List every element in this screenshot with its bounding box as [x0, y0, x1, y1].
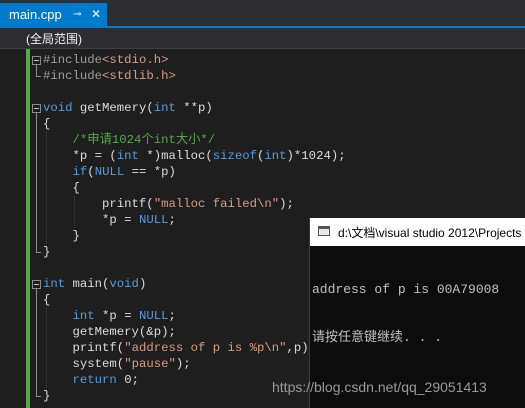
code-token: return: [72, 373, 117, 387]
code-token: sizeof: [212, 149, 258, 163]
collapse-toggle-icon[interactable]: [32, 104, 41, 113]
console-title-bar[interactable]: d:\文档\visual studio 2012\Projects: [310, 218, 525, 246]
code-token: {: [43, 181, 80, 195]
code-token: if: [72, 165, 88, 179]
code-token: );: [279, 197, 294, 211]
code-line[interactable]: system("pause");: [43, 356, 191, 372]
collapse-toggle-icon[interactable]: [32, 56, 41, 65]
code-line[interactable]: #include<stdio.h>: [43, 52, 168, 68]
code-token: void: [43, 101, 73, 115]
scope-label: (全局范围): [26, 32, 82, 46]
tab-main-cpp[interactable]: main.cpp ⊸ ✕: [0, 3, 107, 26]
code-token: "malloc failed\n": [153, 197, 280, 211]
fold-connector: [36, 65, 37, 76]
watermark-text: https://blog.csdn.net/qq_29051413: [272, 379, 487, 395]
code-line[interactable]: {: [43, 116, 50, 132]
code-line[interactable]: }: [43, 388, 50, 404]
code-token: == *p): [124, 165, 176, 179]
console-line: address of p is 00A79008: [312, 282, 500, 297]
code-token: <stdlib.h>: [102, 69, 176, 83]
code-token: /*申请1024个int大小*/: [72, 133, 216, 147]
indent-guide: [74, 196, 76, 228]
console-line: 请按任意键继续. . .: [312, 330, 443, 345]
code-line[interactable]: void getMemery(int **p): [43, 100, 213, 116]
close-icon[interactable]: ✕: [91, 3, 101, 26]
code-token: NULL: [138, 309, 169, 323]
code-token: ;: [168, 213, 176, 227]
code-token: *p =: [43, 213, 139, 227]
code-token: int: [153, 101, 176, 115]
code-line[interactable]: }: [43, 244, 50, 260]
code-line[interactable]: if(NULL == *p): [43, 164, 176, 180]
code-token: main(: [65, 277, 110, 291]
code-token: int: [43, 277, 66, 291]
code-line[interactable]: getMemery(&p);: [43, 324, 176, 340]
code-token: {: [43, 117, 51, 131]
code-token: system(: [43, 357, 125, 371]
console-output: address of p is 00A79008 请按任意键继续. . .: [312, 250, 499, 378]
code-line[interactable]: *p = NULL;: [43, 212, 176, 228]
code-token: int: [72, 309, 95, 323]
code-token: }: [43, 229, 80, 243]
code-line[interactable]: return 0;: [43, 372, 139, 388]
code-token: void: [109, 277, 139, 291]
code-token: );: [175, 357, 191, 371]
collapse-toggle-icon[interactable]: [32, 280, 41, 289]
code-line[interactable]: #include<stdlib.h>: [43, 68, 176, 84]
console-app-icon: [318, 226, 330, 236]
code-token: <stdio.h>: [102, 53, 169, 67]
code-token: }: [43, 245, 51, 259]
fold-end-tick: [36, 76, 41, 77]
code-token: #include: [43, 53, 103, 67]
console-title: d:\文档\visual studio 2012\Projects: [338, 226, 522, 240]
code-line[interactable]: printf("malloc failed\n");: [43, 196, 294, 212]
code-line[interactable]: }: [43, 228, 80, 244]
code-token: *p = (: [43, 149, 117, 163]
code-token: getMemery(&p);: [43, 325, 176, 339]
code-token: "address of p is %p\n": [124, 341, 287, 355]
code-token: NULL: [138, 213, 169, 227]
code-token: printf(: [43, 341, 125, 355]
code-token: **p): [175, 101, 213, 115]
code-token: ): [138, 277, 147, 291]
code-token: "pause": [124, 357, 176, 371]
code-token: int: [116, 149, 139, 163]
code-token: printf(: [43, 197, 154, 211]
fold-end-tick: [36, 252, 41, 253]
document-tab-strip: main.cpp ⊸ ✕: [0, 0, 525, 26]
code-line[interactable]: {: [43, 180, 80, 196]
code-line[interactable]: /*申请1024个int大小*/: [43, 132, 216, 148]
code-token: *)malloc(: [138, 149, 213, 163]
code-line[interactable]: *p = (int *)malloc(sizeof(int)*1024);: [43, 148, 346, 164]
pin-icon[interactable]: ⊸: [73, 3, 81, 26]
code-token: 0;: [116, 373, 139, 387]
code-line[interactable]: int main(void): [43, 276, 146, 292]
fold-connector: [36, 113, 37, 252]
code-token: )*1024);: [286, 149, 346, 163]
change-tracking-bar: [26, 49, 30, 408]
scope-dropdown[interactable]: (全局范围): [0, 28, 525, 49]
code-token: NULL: [94, 165, 125, 179]
tab-title: main.cpp: [9, 7, 62, 22]
code-token: ;: [168, 309, 176, 323]
indent-guide: [46, 132, 48, 244]
fold-connector: [36, 289, 37, 396]
code-token: getMemery(: [72, 101, 154, 115]
code-token: (: [87, 165, 95, 179]
code-token: #include: [43, 69, 103, 83]
code-token: }: [43, 389, 51, 403]
indent-guide: [46, 308, 48, 388]
code-line[interactable]: {: [43, 292, 50, 308]
code-line[interactable]: printf("address of p is %p\n",p);: [43, 340, 317, 356]
fold-end-tick: [36, 396, 41, 397]
code-token: *p =: [94, 309, 139, 323]
code-token: int: [264, 149, 287, 163]
code-line[interactable]: int *p = NULL;: [43, 308, 176, 324]
code-token: {: [43, 293, 51, 307]
